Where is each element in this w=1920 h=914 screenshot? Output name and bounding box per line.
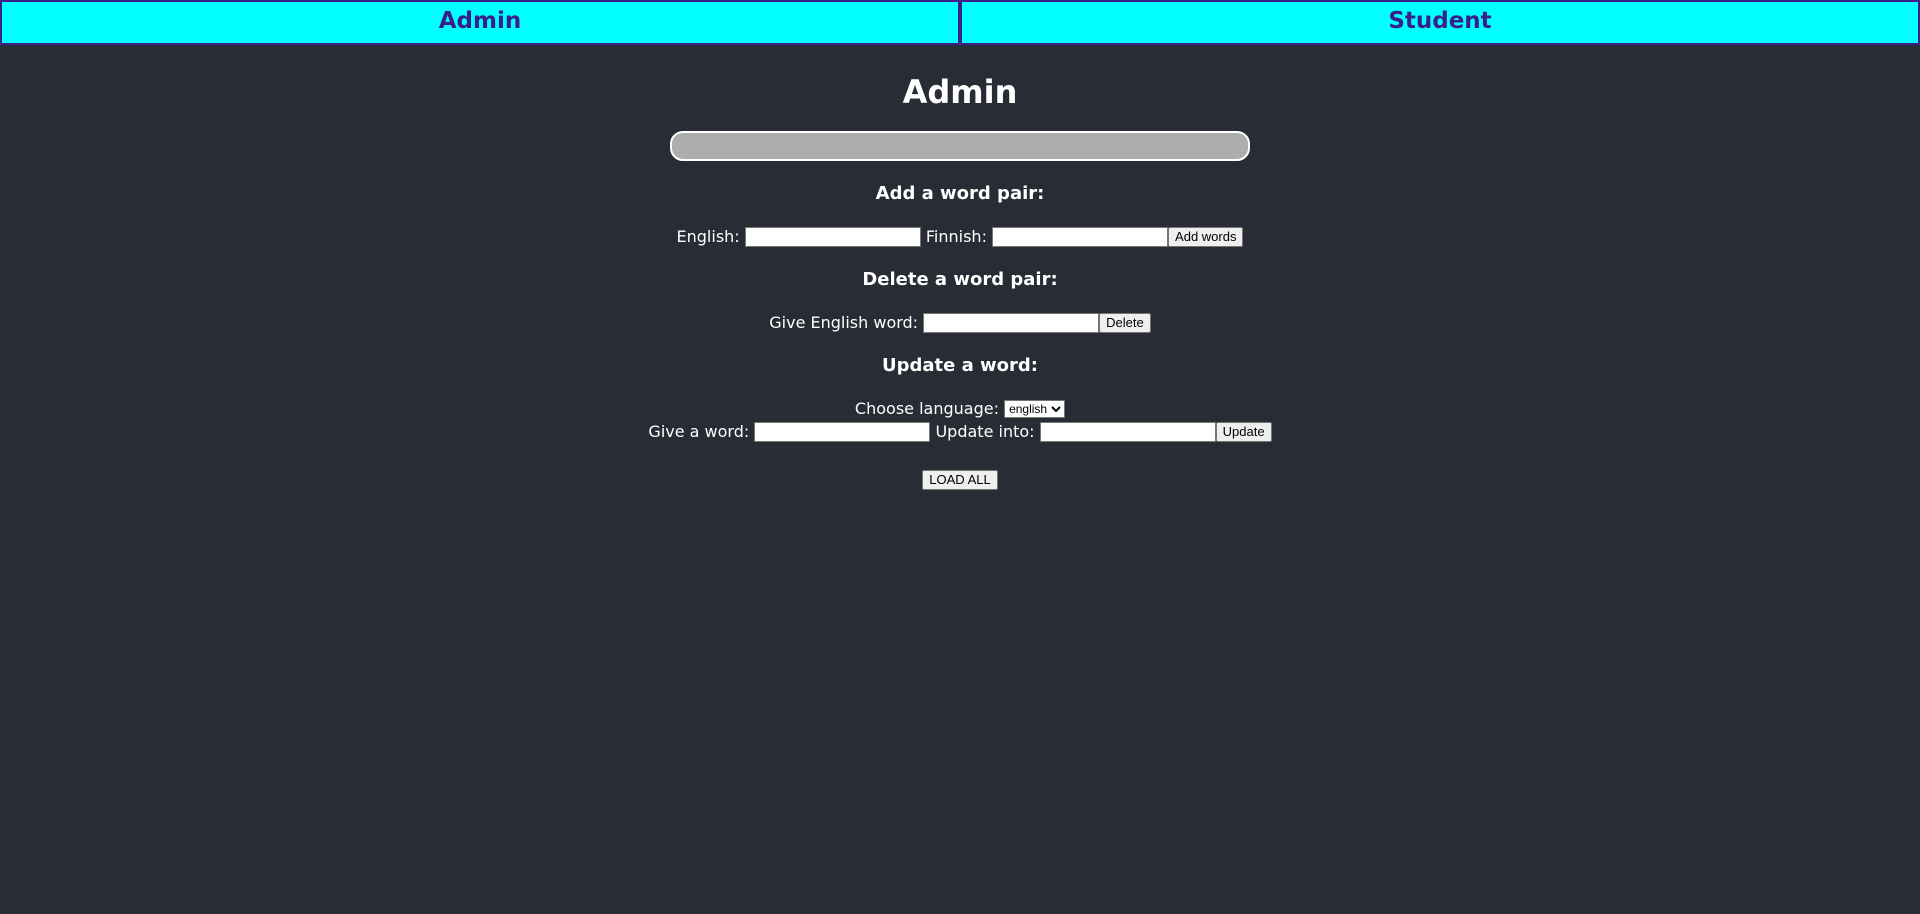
- page-title: Admin: [902, 73, 1018, 111]
- load-all-row: LOAD ALL: [0, 468, 1920, 490]
- navbar: Admin Student: [0, 0, 1920, 45]
- delete-word-row: Give English word: Delete: [0, 311, 1920, 333]
- tab-admin[interactable]: Admin: [0, 0, 960, 45]
- finnish-input[interactable]: [992, 226, 1169, 247]
- update-word-row: Give a word: Update into: Update: [0, 420, 1920, 442]
- load-all-button[interactable]: LOAD ALL: [922, 469, 998, 490]
- update-section-heading: Update a word:: [882, 355, 1038, 376]
- delete-english-input[interactable]: [923, 312, 1100, 333]
- add-words-button[interactable]: Add words: [1168, 226, 1244, 247]
- update-button[interactable]: Update: [1215, 421, 1272, 442]
- delete-button[interactable]: Delete: [1099, 312, 1151, 333]
- message-bar: [670, 131, 1250, 161]
- give-word-input[interactable]: [754, 421, 931, 442]
- tab-student[interactable]: Student: [960, 0, 1920, 45]
- english-input[interactable]: [744, 226, 921, 247]
- delete-english-label: Give English word:: [769, 313, 919, 332]
- language-select[interactable]: english: [1004, 399, 1066, 418]
- delete-section-heading: Delete a word pair:: [862, 269, 1058, 290]
- give-word-label: Give a word:: [648, 422, 750, 441]
- update-into-label: Update into:: [935, 422, 1035, 441]
- admin-panel: Admin Add a word pair: English: Finnish:…: [0, 73, 1920, 490]
- language-row: Choose language: english: [0, 397, 1920, 419]
- finnish-label: Finnish:: [925, 227, 987, 246]
- update-into-input[interactable]: [1039, 421, 1216, 442]
- language-label: Choose language:: [854, 399, 999, 418]
- add-word-row: English: Finnish: Add words: [0, 225, 1920, 247]
- english-label: English:: [676, 227, 740, 246]
- add-section-heading: Add a word pair:: [875, 183, 1045, 204]
